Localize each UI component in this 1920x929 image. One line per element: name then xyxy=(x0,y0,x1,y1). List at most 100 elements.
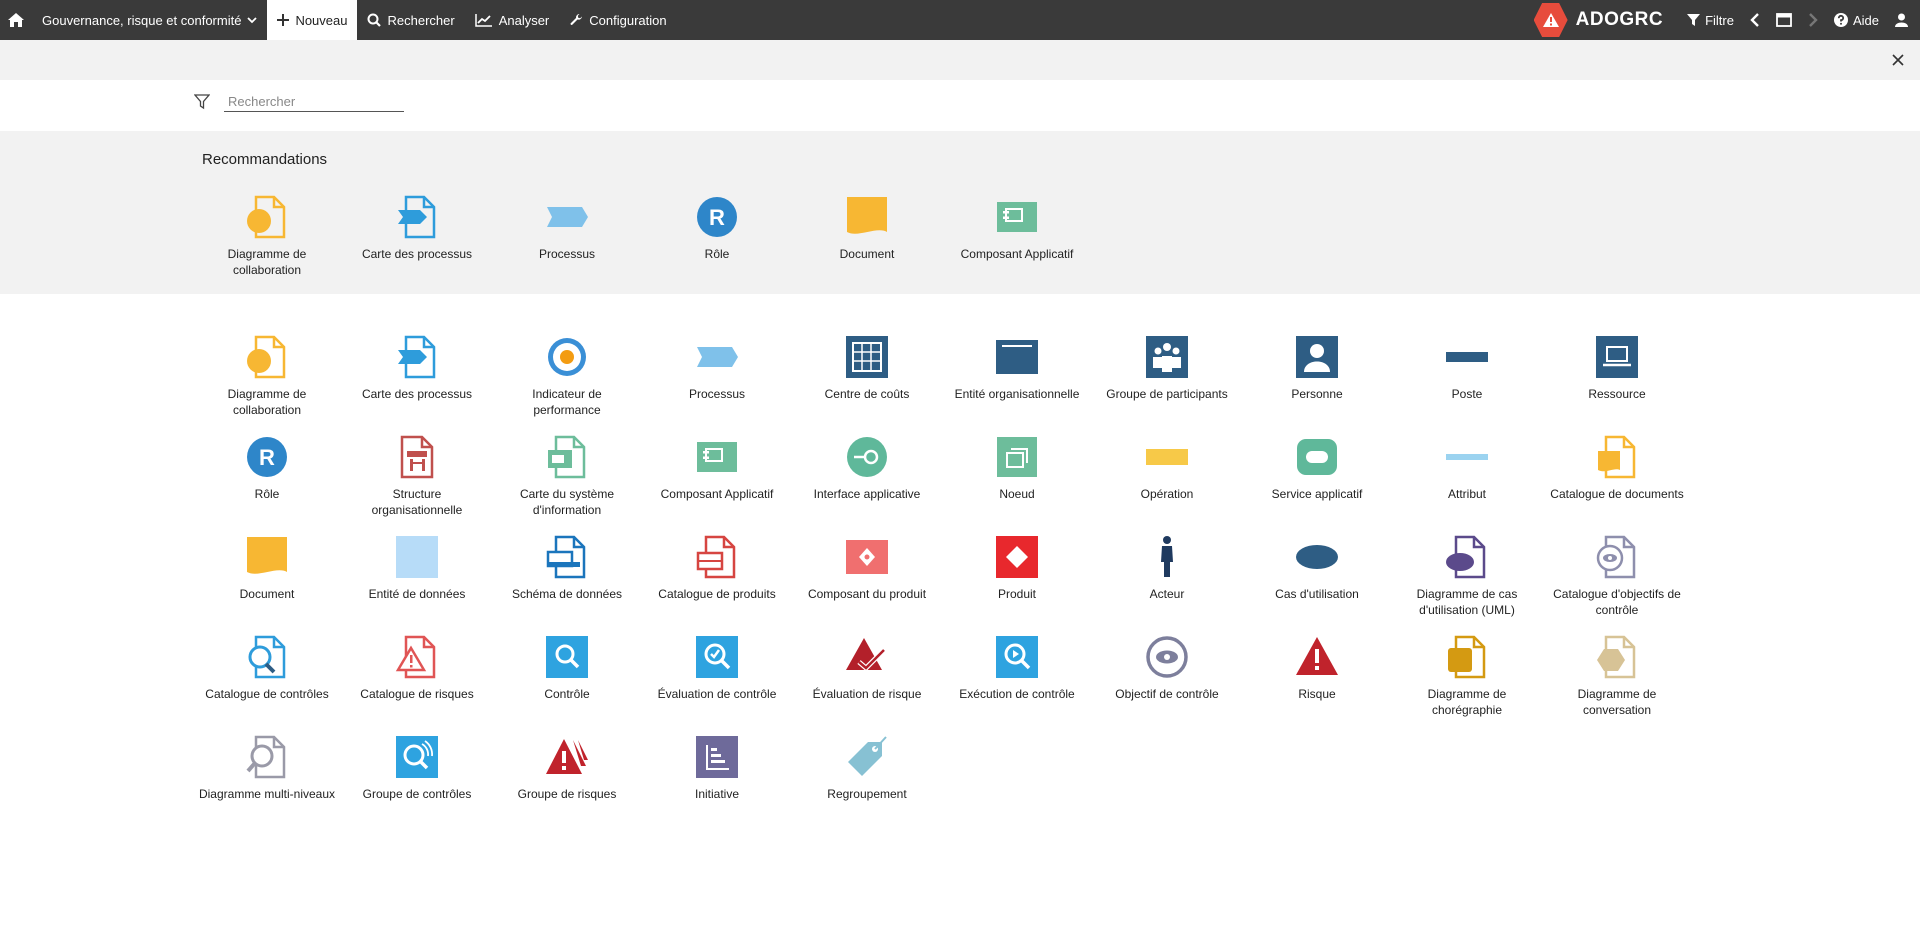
tile-label: Carte des processus xyxy=(361,247,473,261)
tile-label: Diagramme de cas d'utilisation (UML) xyxy=(1416,587,1518,617)
object-type-tile-document[interactable]: Document xyxy=(192,526,342,626)
object-type-tile-diagramme-de-cas-d-utilisation-uml[interactable]: Diagramme de cas d'utilisation (UML) xyxy=(1392,526,1542,626)
user-button[interactable] xyxy=(1887,0,1920,40)
module-dropdown[interactable]: Gouvernance, risque et conformité xyxy=(32,0,267,40)
ctrlobjcat-icon xyxy=(1594,534,1640,580)
object-type-tile-personne[interactable]: Personne xyxy=(1242,326,1392,426)
user-icon xyxy=(1895,13,1908,27)
object-type-tile-role[interactable]: R Rôle xyxy=(642,186,792,286)
object-type-tile-indicateur-de-performance[interactable]: Indicateur de performance xyxy=(492,326,642,426)
object-type-tile-diagramme-de-collaboration[interactable]: Diagramme de collaboration xyxy=(192,186,342,286)
object-type-tile-execution-de-controle[interactable]: Exécution de contrôle xyxy=(942,626,1092,726)
object-type-tile-composant-du-produit[interactable]: Composant du produit xyxy=(792,526,942,626)
multilevel-icon xyxy=(244,734,290,780)
initiative-icon xyxy=(694,734,740,780)
object-type-tile-carte-du-systeme-d-information[interactable]: Carte du système d'information xyxy=(492,426,642,526)
object-type-tile-ressource[interactable]: Ressource xyxy=(1542,326,1692,426)
object-type-tile-catalogue-d-objectifs-de-controle[interactable]: Catalogue d'objectifs de contrôle xyxy=(1542,526,1692,626)
new-label: Nouveau xyxy=(295,12,348,28)
tile-label: Interface applicative xyxy=(813,487,921,501)
home-icon xyxy=(8,13,24,27)
tile-label: Groupe de contrôles xyxy=(362,787,472,801)
kpi-icon xyxy=(544,334,590,380)
tile-label: Évaluation de risque xyxy=(812,687,922,701)
object-type-tile-service-applicatif[interactable]: Service applicatif xyxy=(1242,426,1392,526)
operation-icon xyxy=(1144,434,1190,480)
object-type-tile-poste[interactable]: Poste xyxy=(1392,326,1542,426)
recommendations-title: Recommandations xyxy=(202,151,328,168)
object-type-tile-carte-des-processus[interactable]: Carte des processus xyxy=(342,326,492,426)
object-type-tile-diagramme-de-conversation[interactable]: Diagramme de conversation xyxy=(1542,626,1692,726)
ctrlgroup-icon xyxy=(394,734,440,780)
object-type-tile-interface-applicative[interactable]: Interface applicative xyxy=(792,426,942,526)
control-icon xyxy=(544,634,590,680)
collab-icon xyxy=(244,334,290,380)
tile-label: Risque xyxy=(1298,687,1336,701)
chevron-down-icon xyxy=(247,17,258,24)
object-type-tile-evaluation-de-controle[interactable]: Évaluation de contrôle xyxy=(642,626,792,726)
attribute-icon xyxy=(1444,434,1490,480)
object-type-tile-risque[interactable]: Risque xyxy=(1242,626,1392,726)
object-type-tile-catalogue-de-risques[interactable]: Catalogue de risques xyxy=(342,626,492,726)
close-button[interactable] xyxy=(1888,50,1908,70)
tile-label: Diagramme de collaboration xyxy=(227,387,307,417)
search-button[interactable]: Rechercher xyxy=(357,0,464,40)
object-type-tile-structure-organisationnelle[interactable]: Structure organisationnelle xyxy=(342,426,492,526)
configuration-button[interactable]: Configuration xyxy=(559,0,676,40)
object-type-tile-groupe-de-controles[interactable]: Groupe de contrôles xyxy=(342,726,492,826)
tile-label: Diagramme multi-niveaux xyxy=(198,787,336,801)
object-type-tile-produit[interactable]: Produit xyxy=(942,526,1092,626)
tile-label: Initiative xyxy=(694,787,740,801)
object-type-tile-document[interactable]: Document xyxy=(792,186,942,286)
product-icon xyxy=(994,534,1040,580)
object-type-tile-processus[interactable]: Processus xyxy=(642,326,792,426)
object-type-tile-centre-de-couts[interactable]: Centre de coûts xyxy=(792,326,942,426)
object-type-tile-catalogue-de-documents[interactable]: Catalogue de documents xyxy=(1542,426,1692,526)
tile-label: Opération xyxy=(1140,487,1194,501)
object-type-tile-role[interactable]: R Rôle xyxy=(192,426,342,526)
svg-text:R: R xyxy=(709,205,725,230)
window-button[interactable] xyxy=(1768,0,1800,40)
object-type-tile-objectif-de-controle[interactable]: Objectif de contrôle xyxy=(1092,626,1242,726)
object-type-tile-controle[interactable]: Contrôle xyxy=(492,626,642,726)
object-type-tile-catalogue-de-produits[interactable]: Catalogue de produits xyxy=(642,526,792,626)
tile-label: Centre de coûts xyxy=(824,387,910,401)
object-type-tile-diagramme-multi-niveaux[interactable]: Diagramme multi-niveaux xyxy=(192,726,342,826)
dataentity-icon xyxy=(394,534,440,580)
new-button[interactable]: Nouveau xyxy=(267,0,358,40)
tile-label: Diagramme de chorégraphie xyxy=(1427,687,1507,717)
object-type-tile-entite-de-donnees[interactable]: Entité de données xyxy=(342,526,492,626)
object-type-tile-regroupement[interactable]: Regroupement xyxy=(792,726,942,826)
analyze-button[interactable]: Analyser xyxy=(465,0,560,40)
procmap-icon xyxy=(394,334,440,380)
object-type-tile-evaluation-de-risque[interactable]: Évaluation de risque xyxy=(792,626,942,726)
object-type-tile-initiative[interactable]: Initiative xyxy=(642,726,792,826)
object-type-tile-operation[interactable]: Opération xyxy=(1092,426,1242,526)
object-type-tile-acteur[interactable]: Acteur xyxy=(1092,526,1242,626)
object-type-tile-groupe-de-risques[interactable]: Groupe de risques xyxy=(492,726,642,826)
help-button[interactable]: Aide xyxy=(1826,0,1887,40)
forward-button[interactable] xyxy=(1800,0,1826,40)
process-icon xyxy=(694,334,740,380)
object-type-tile-cas-d-utilisation[interactable]: Cas d'utilisation xyxy=(1242,526,1392,626)
object-type-tile-attribut[interactable]: Attribut xyxy=(1392,426,1542,526)
tile-label: Processus xyxy=(538,247,596,261)
object-type-tile-composant-applicatif[interactable]: Composant Applicatif xyxy=(642,426,792,526)
filter-icon[interactable] xyxy=(194,94,210,110)
object-type-tile-diagramme-de-collaboration[interactable]: Diagramme de collaboration xyxy=(192,326,342,426)
object-type-tile-processus[interactable]: Processus xyxy=(492,186,642,286)
filter-button[interactable]: Filtre xyxy=(1679,0,1742,40)
back-button[interactable] xyxy=(1742,0,1768,40)
object-type-tile-groupe-de-participants[interactable]: Groupe de participants xyxy=(1092,326,1242,426)
object-type-tile-catalogue-de-controles[interactable]: Catalogue de contrôles xyxy=(192,626,342,726)
role-icon: R xyxy=(694,194,740,240)
object-type-tile-schema-de-donnees[interactable]: Schéma de données xyxy=(492,526,642,626)
object-type-tile-entite-organisationnelle[interactable]: Entité organisationnelle xyxy=(942,326,1092,426)
object-type-tile-composant-applicatif[interactable]: Composant Applicatif xyxy=(942,186,1092,286)
help-label: Aide xyxy=(1852,12,1879,28)
object-type-tile-carte-des-processus[interactable]: Carte des processus xyxy=(342,186,492,286)
search-input[interactable] xyxy=(224,92,404,112)
home-button[interactable] xyxy=(0,0,32,40)
object-type-tile-noeud[interactable]: Noeud xyxy=(942,426,1092,526)
object-type-tile-diagramme-de-choregraphie[interactable]: Diagramme de chorégraphie xyxy=(1392,626,1542,726)
